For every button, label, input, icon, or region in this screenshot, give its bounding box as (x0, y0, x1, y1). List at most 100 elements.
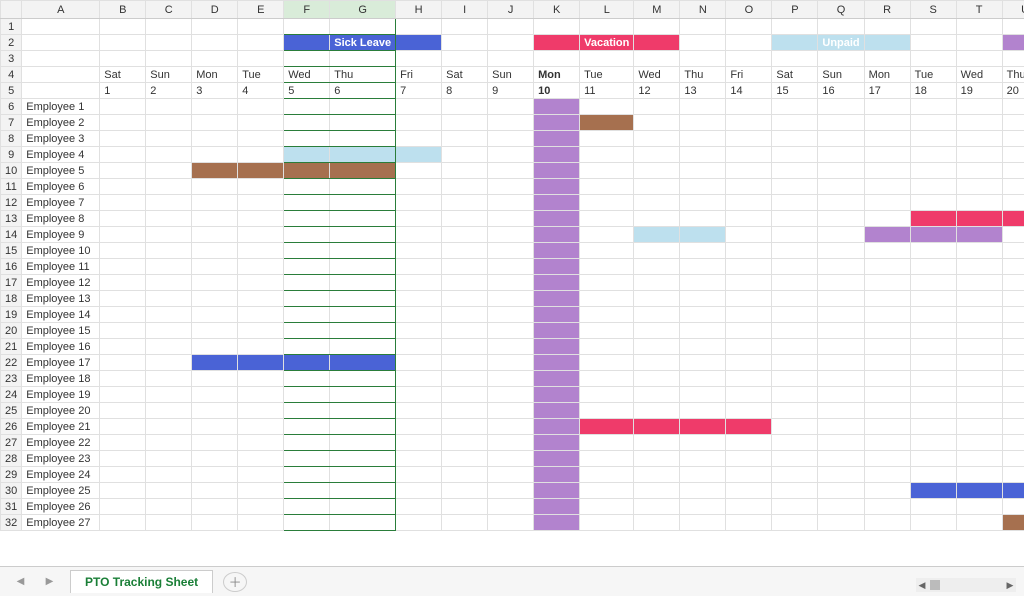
cell-F17[interactable] (284, 275, 330, 291)
cell-D1[interactable] (192, 19, 238, 35)
cell-K15[interactable] (534, 243, 580, 259)
cell-E1[interactable] (238, 19, 284, 35)
cell-G21[interactable] (330, 339, 396, 355)
cell-H9[interactable] (396, 147, 442, 163)
cell-S17[interactable] (910, 275, 956, 291)
cell-J28[interactable] (488, 451, 534, 467)
cell-T5[interactable]: 19 (956, 83, 1002, 99)
cell-C18[interactable] (146, 291, 192, 307)
cell-R30[interactable] (864, 483, 910, 499)
cell-L9[interactable] (580, 147, 634, 163)
cell-E32[interactable] (238, 515, 284, 531)
cell-P9[interactable] (772, 147, 818, 163)
cell-F22[interactable] (284, 355, 330, 371)
cell-R13[interactable] (864, 211, 910, 227)
cell-Q30[interactable] (818, 483, 864, 499)
cell-A29[interactable]: Employee 24 (22, 467, 100, 483)
cell-U14[interactable] (1002, 227, 1024, 243)
cell-J12[interactable] (488, 195, 534, 211)
cell-I2[interactable] (442, 35, 488, 51)
cell-L26[interactable] (580, 419, 634, 435)
row-header-31[interactable]: 31 (1, 499, 22, 515)
cell-C26[interactable] (146, 419, 192, 435)
cell-K26[interactable] (534, 419, 580, 435)
cell-P1[interactable] (772, 19, 818, 35)
cell-E2[interactable] (238, 35, 284, 51)
cell-Q17[interactable] (818, 275, 864, 291)
cell-E6[interactable] (238, 99, 284, 115)
cell-I16[interactable] (442, 259, 488, 275)
cell-L21[interactable] (580, 339, 634, 355)
cell-D28[interactable] (192, 451, 238, 467)
cell-I17[interactable] (442, 275, 488, 291)
cell-N23[interactable] (680, 371, 726, 387)
cell-E20[interactable] (238, 323, 284, 339)
cell-L10[interactable] (580, 163, 634, 179)
cell-N32[interactable] (680, 515, 726, 531)
cell-E26[interactable] (238, 419, 284, 435)
cell-J21[interactable] (488, 339, 534, 355)
cell-U6[interactable] (1002, 99, 1024, 115)
cell-E8[interactable] (238, 131, 284, 147)
cell-G14[interactable] (330, 227, 396, 243)
cell-T12[interactable] (956, 195, 1002, 211)
cell-K18[interactable] (534, 291, 580, 307)
cell-I15[interactable] (442, 243, 488, 259)
cell-I25[interactable] (442, 403, 488, 419)
cell-H5[interactable]: 7 (396, 83, 442, 99)
cell-C20[interactable] (146, 323, 192, 339)
cell-C6[interactable] (146, 99, 192, 115)
cell-M32[interactable] (634, 515, 680, 531)
cell-U1[interactable] (1002, 19, 1024, 35)
cell-Q16[interactable] (818, 259, 864, 275)
cell-K10[interactable] (534, 163, 580, 179)
cell-U20[interactable] (1002, 323, 1024, 339)
cell-T7[interactable] (956, 115, 1002, 131)
cell-Q4[interactable]: Sun (818, 67, 864, 83)
cell-B24[interactable] (100, 387, 146, 403)
cell-A1[interactable] (22, 19, 100, 35)
cell-I28[interactable] (442, 451, 488, 467)
cell-P14[interactable] (772, 227, 818, 243)
cell-B26[interactable] (100, 419, 146, 435)
cell-D19[interactable] (192, 307, 238, 323)
cell-I24[interactable] (442, 387, 488, 403)
cell-S24[interactable] (910, 387, 956, 403)
cell-N12[interactable] (680, 195, 726, 211)
cell-E14[interactable] (238, 227, 284, 243)
cell-A23[interactable]: Employee 18 (22, 371, 100, 387)
cell-P2[interactable] (772, 35, 818, 51)
cell-G16[interactable] (330, 259, 396, 275)
cell-G15[interactable] (330, 243, 396, 259)
row-header-29[interactable]: 29 (1, 467, 22, 483)
cell-L1[interactable] (580, 19, 634, 35)
cell-F12[interactable] (284, 195, 330, 211)
row-header-30[interactable]: 30 (1, 483, 22, 499)
cell-T28[interactable] (956, 451, 1002, 467)
cell-G20[interactable] (330, 323, 396, 339)
cell-U28[interactable] (1002, 451, 1024, 467)
cell-U12[interactable] (1002, 195, 1024, 211)
cell-K9[interactable] (534, 147, 580, 163)
cell-B1[interactable] (100, 19, 146, 35)
cell-N19[interactable] (680, 307, 726, 323)
select-all-cell[interactable] (1, 1, 22, 19)
cell-C30[interactable] (146, 483, 192, 499)
cell-K12[interactable] (534, 195, 580, 211)
cell-S18[interactable] (910, 291, 956, 307)
cell-E31[interactable] (238, 499, 284, 515)
cell-C17[interactable] (146, 275, 192, 291)
cell-M10[interactable] (634, 163, 680, 179)
row-header-2[interactable]: 2 (1, 35, 22, 51)
cell-D29[interactable] (192, 467, 238, 483)
cell-S32[interactable] (910, 515, 956, 531)
cell-F27[interactable] (284, 435, 330, 451)
cell-M20[interactable] (634, 323, 680, 339)
cell-P25[interactable] (772, 403, 818, 419)
cell-N2[interactable] (680, 35, 726, 51)
row-header-25[interactable]: 25 (1, 403, 22, 419)
cell-U23[interactable] (1002, 371, 1024, 387)
row-header-11[interactable]: 11 (1, 179, 22, 195)
cell-I30[interactable] (442, 483, 488, 499)
cell-D16[interactable] (192, 259, 238, 275)
